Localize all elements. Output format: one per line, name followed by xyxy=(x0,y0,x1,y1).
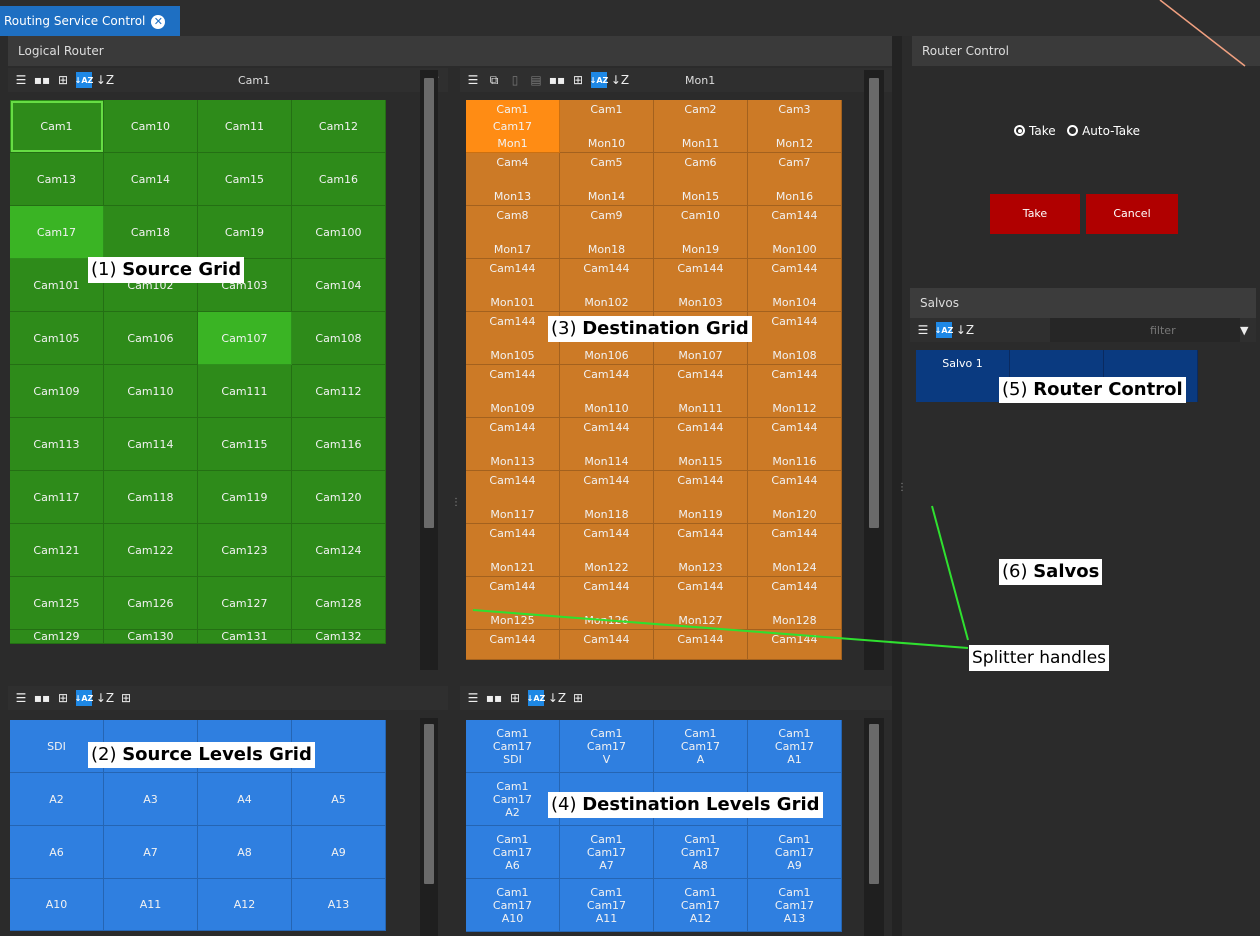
splitter-pointer-line-right xyxy=(931,505,969,641)
annotation-lines xyxy=(472,0,1246,649)
annotation-arrow xyxy=(1159,0,1246,67)
splitter-pointer-line-left xyxy=(472,609,969,649)
